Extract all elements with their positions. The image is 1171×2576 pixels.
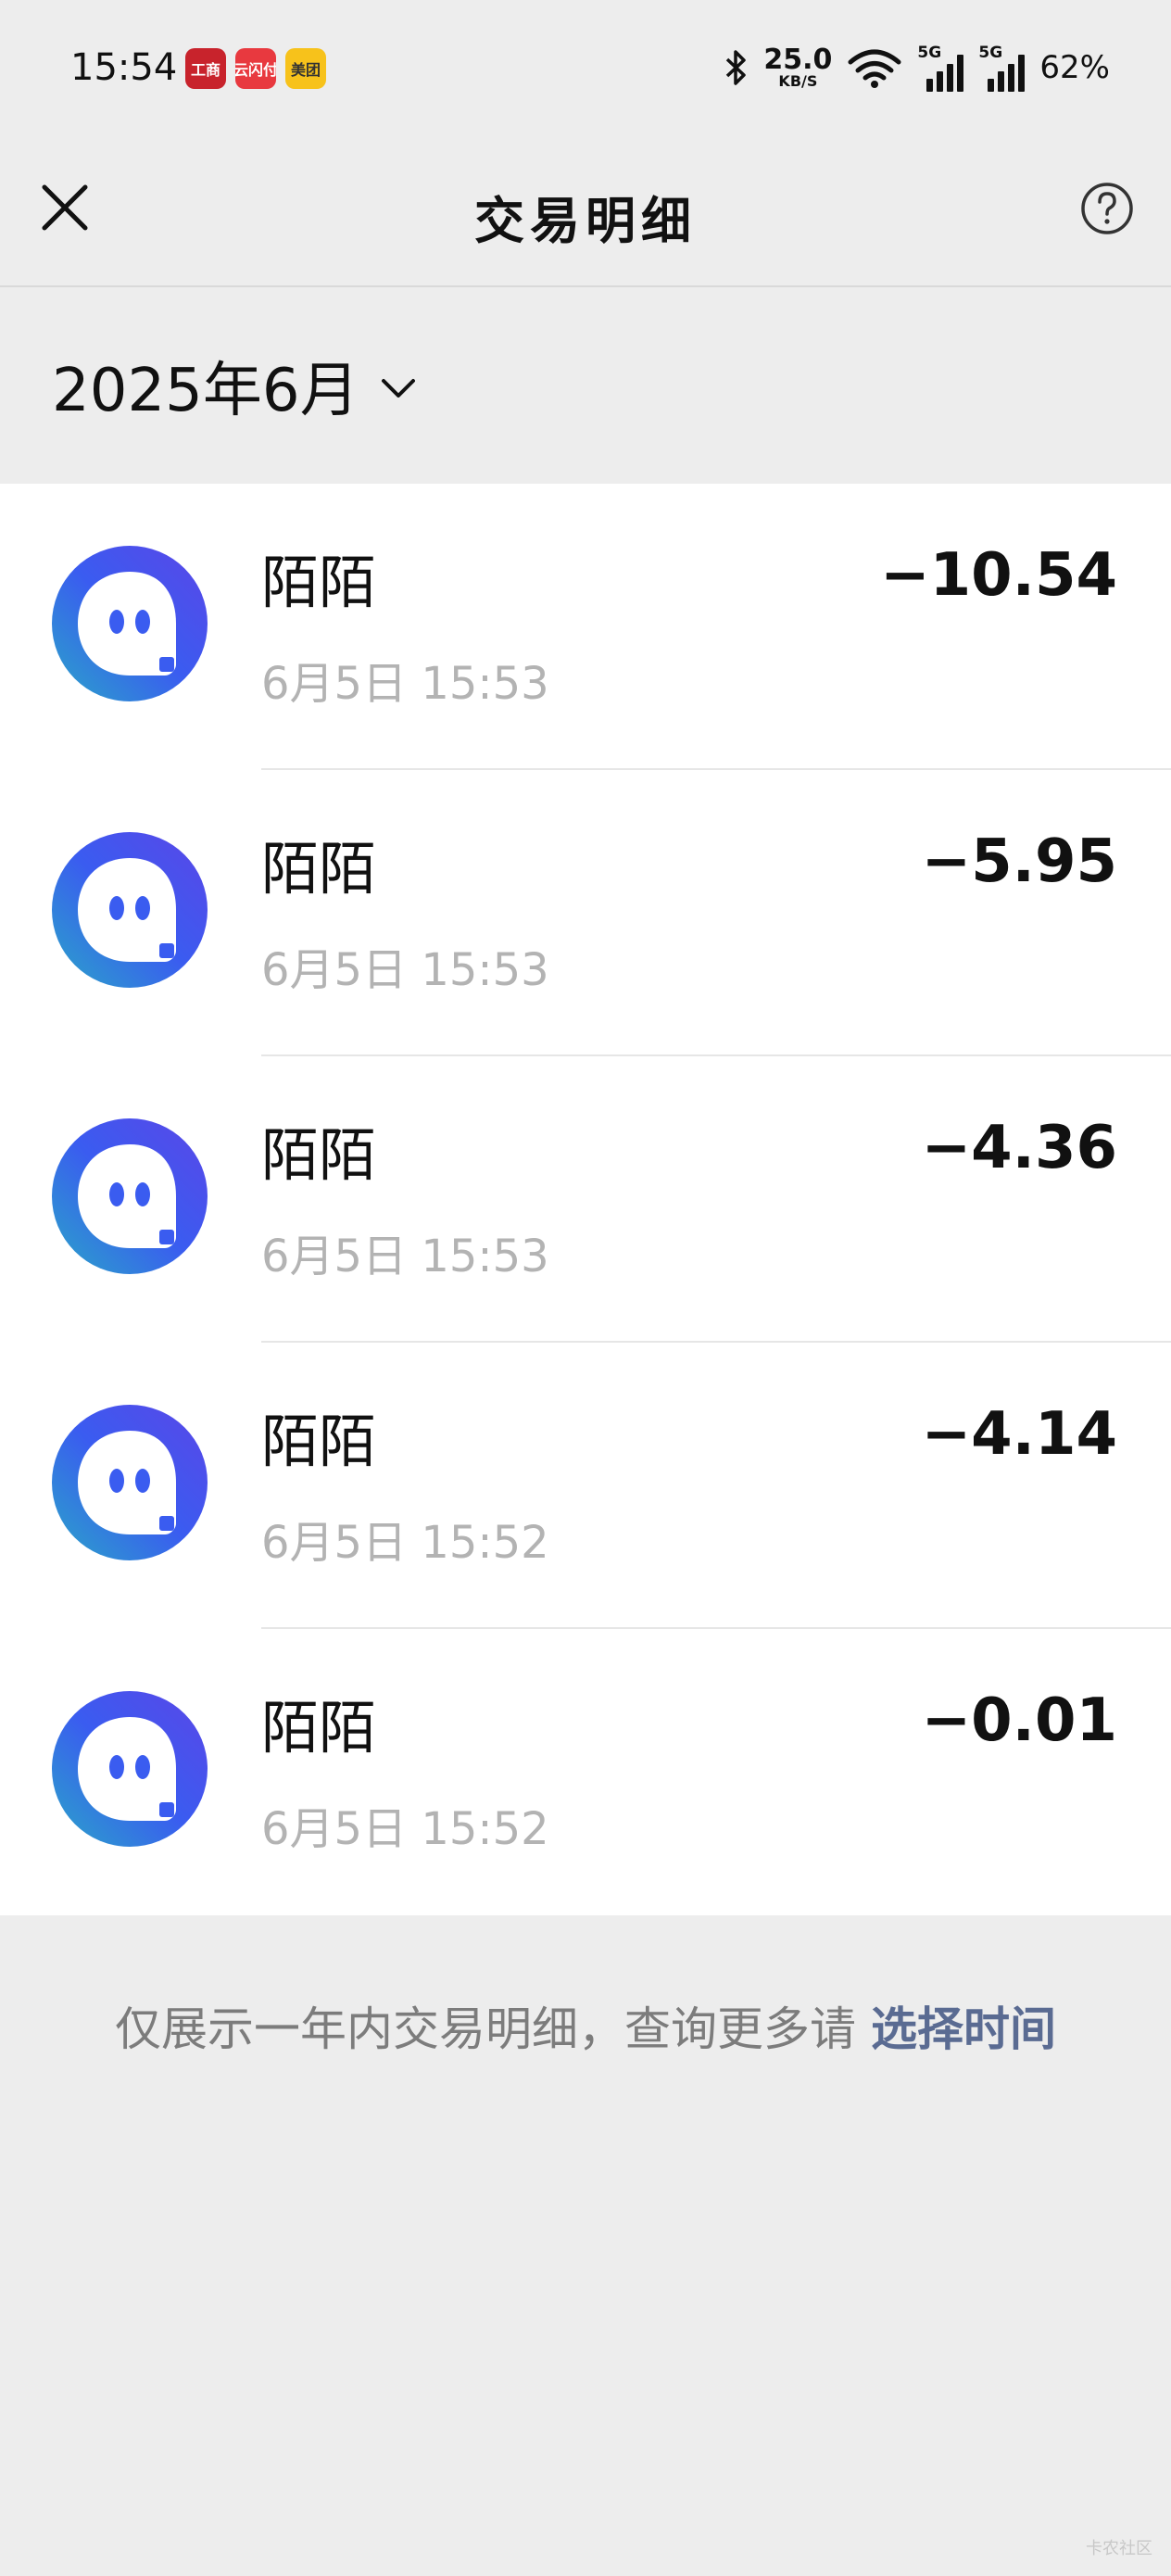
watermark: 卡农社区 — [1086, 2539, 1152, 2558]
transaction-amount: −0.01 — [921, 1686, 1117, 1755]
merchant-name: 陌陌 — [261, 1121, 377, 1189]
momo-app-icon — [52, 546, 208, 701]
navigation-bar: 交易明细 — [0, 139, 1171, 287]
momo-app-icon — [52, 1118, 208, 1274]
signal-sim1-icon: 5G — [917, 44, 964, 92]
momo-app-icon — [52, 832, 208, 988]
chevron-down-icon — [381, 379, 415, 398]
transaction-time: 6月5日 15:52 — [261, 1517, 549, 1569]
merchant-name: 陌陌 — [261, 835, 377, 903]
merchant-name: 陌陌 — [261, 1694, 377, 1762]
status-indicators: 25.0 KB/S 5G 5G 62% — [724, 43, 1110, 93]
network-speed: 25.0 KB/S — [763, 44, 833, 90]
transaction-amount: −10.54 — [879, 541, 1117, 610]
transaction-time: 6月5日 15:53 — [261, 658, 549, 710]
select-time-link[interactable]: 选择时间 — [871, 2002, 1056, 2056]
transaction-row[interactable]: 陌陌 6月5日 15:53 −5.95 — [0, 770, 1171, 1056]
month-label: 2025年6月 — [52, 357, 359, 425]
footer-note-text: 仅展示一年内交易明细，查询更多请 — [115, 2002, 871, 2056]
status-bar: 15:54 工商 云闪付 美团 25.0 KB/S 5G 5G 62% — [0, 0, 1171, 139]
merchant-name: 陌陌 — [261, 549, 377, 616]
bluetooth-icon — [726, 50, 747, 85]
page-title: 交易明细 — [474, 191, 697, 250]
help-icon — [1081, 183, 1133, 234]
meituan-app-icon: 美团 — [285, 48, 326, 89]
transaction-time: 6月5日 15:52 — [261, 1803, 549, 1855]
transaction-time: 6月5日 15:53 — [261, 1231, 549, 1282]
status-time: 15:54 — [70, 46, 178, 89]
momo-app-icon — [52, 1691, 208, 1847]
unionpay-app-icon: 云闪付 — [235, 48, 276, 89]
transaction-amount: −5.95 — [921, 827, 1117, 896]
month-selector[interactable]: 2025年6月 — [52, 343, 417, 428]
transaction-time: 6月5日 15:53 — [261, 944, 549, 996]
signal-sim2-icon: 5G — [978, 44, 1026, 92]
wifi-icon — [848, 49, 901, 88]
footer-note: 仅展示一年内交易明细，查询更多请 选择时间 — [0, 1992, 1171, 2059]
transaction-list: 陌陌 6月5日 15:53 −10.54 陌陌 6月5日 15:53 −5.95… — [0, 484, 1171, 1915]
merchant-name: 陌陌 — [261, 1408, 377, 1475]
battery-level: 62% — [1039, 49, 1110, 86]
transaction-row[interactable]: 陌陌 6月5日 15:52 −4.14 — [0, 1343, 1171, 1629]
month-selector-row: 2025年6月 — [0, 289, 1171, 484]
transaction-amount: −4.36 — [921, 1114, 1117, 1182]
momo-app-icon — [52, 1405, 208, 1560]
icbc-app-icon: 工商 — [185, 48, 226, 89]
status-app-icons: 工商 云闪付 美团 — [185, 48, 326, 89]
transaction-row[interactable]: 陌陌 6月5日 15:53 −10.54 — [0, 484, 1171, 770]
transaction-row[interactable]: 陌陌 6月5日 15:53 −4.36 — [0, 1056, 1171, 1343]
help-button[interactable] — [1075, 176, 1140, 241]
transaction-amount: −4.14 — [921, 1400, 1117, 1469]
transaction-row[interactable]: 陌陌 6月5日 15:52 −0.01 — [0, 1629, 1171, 1915]
